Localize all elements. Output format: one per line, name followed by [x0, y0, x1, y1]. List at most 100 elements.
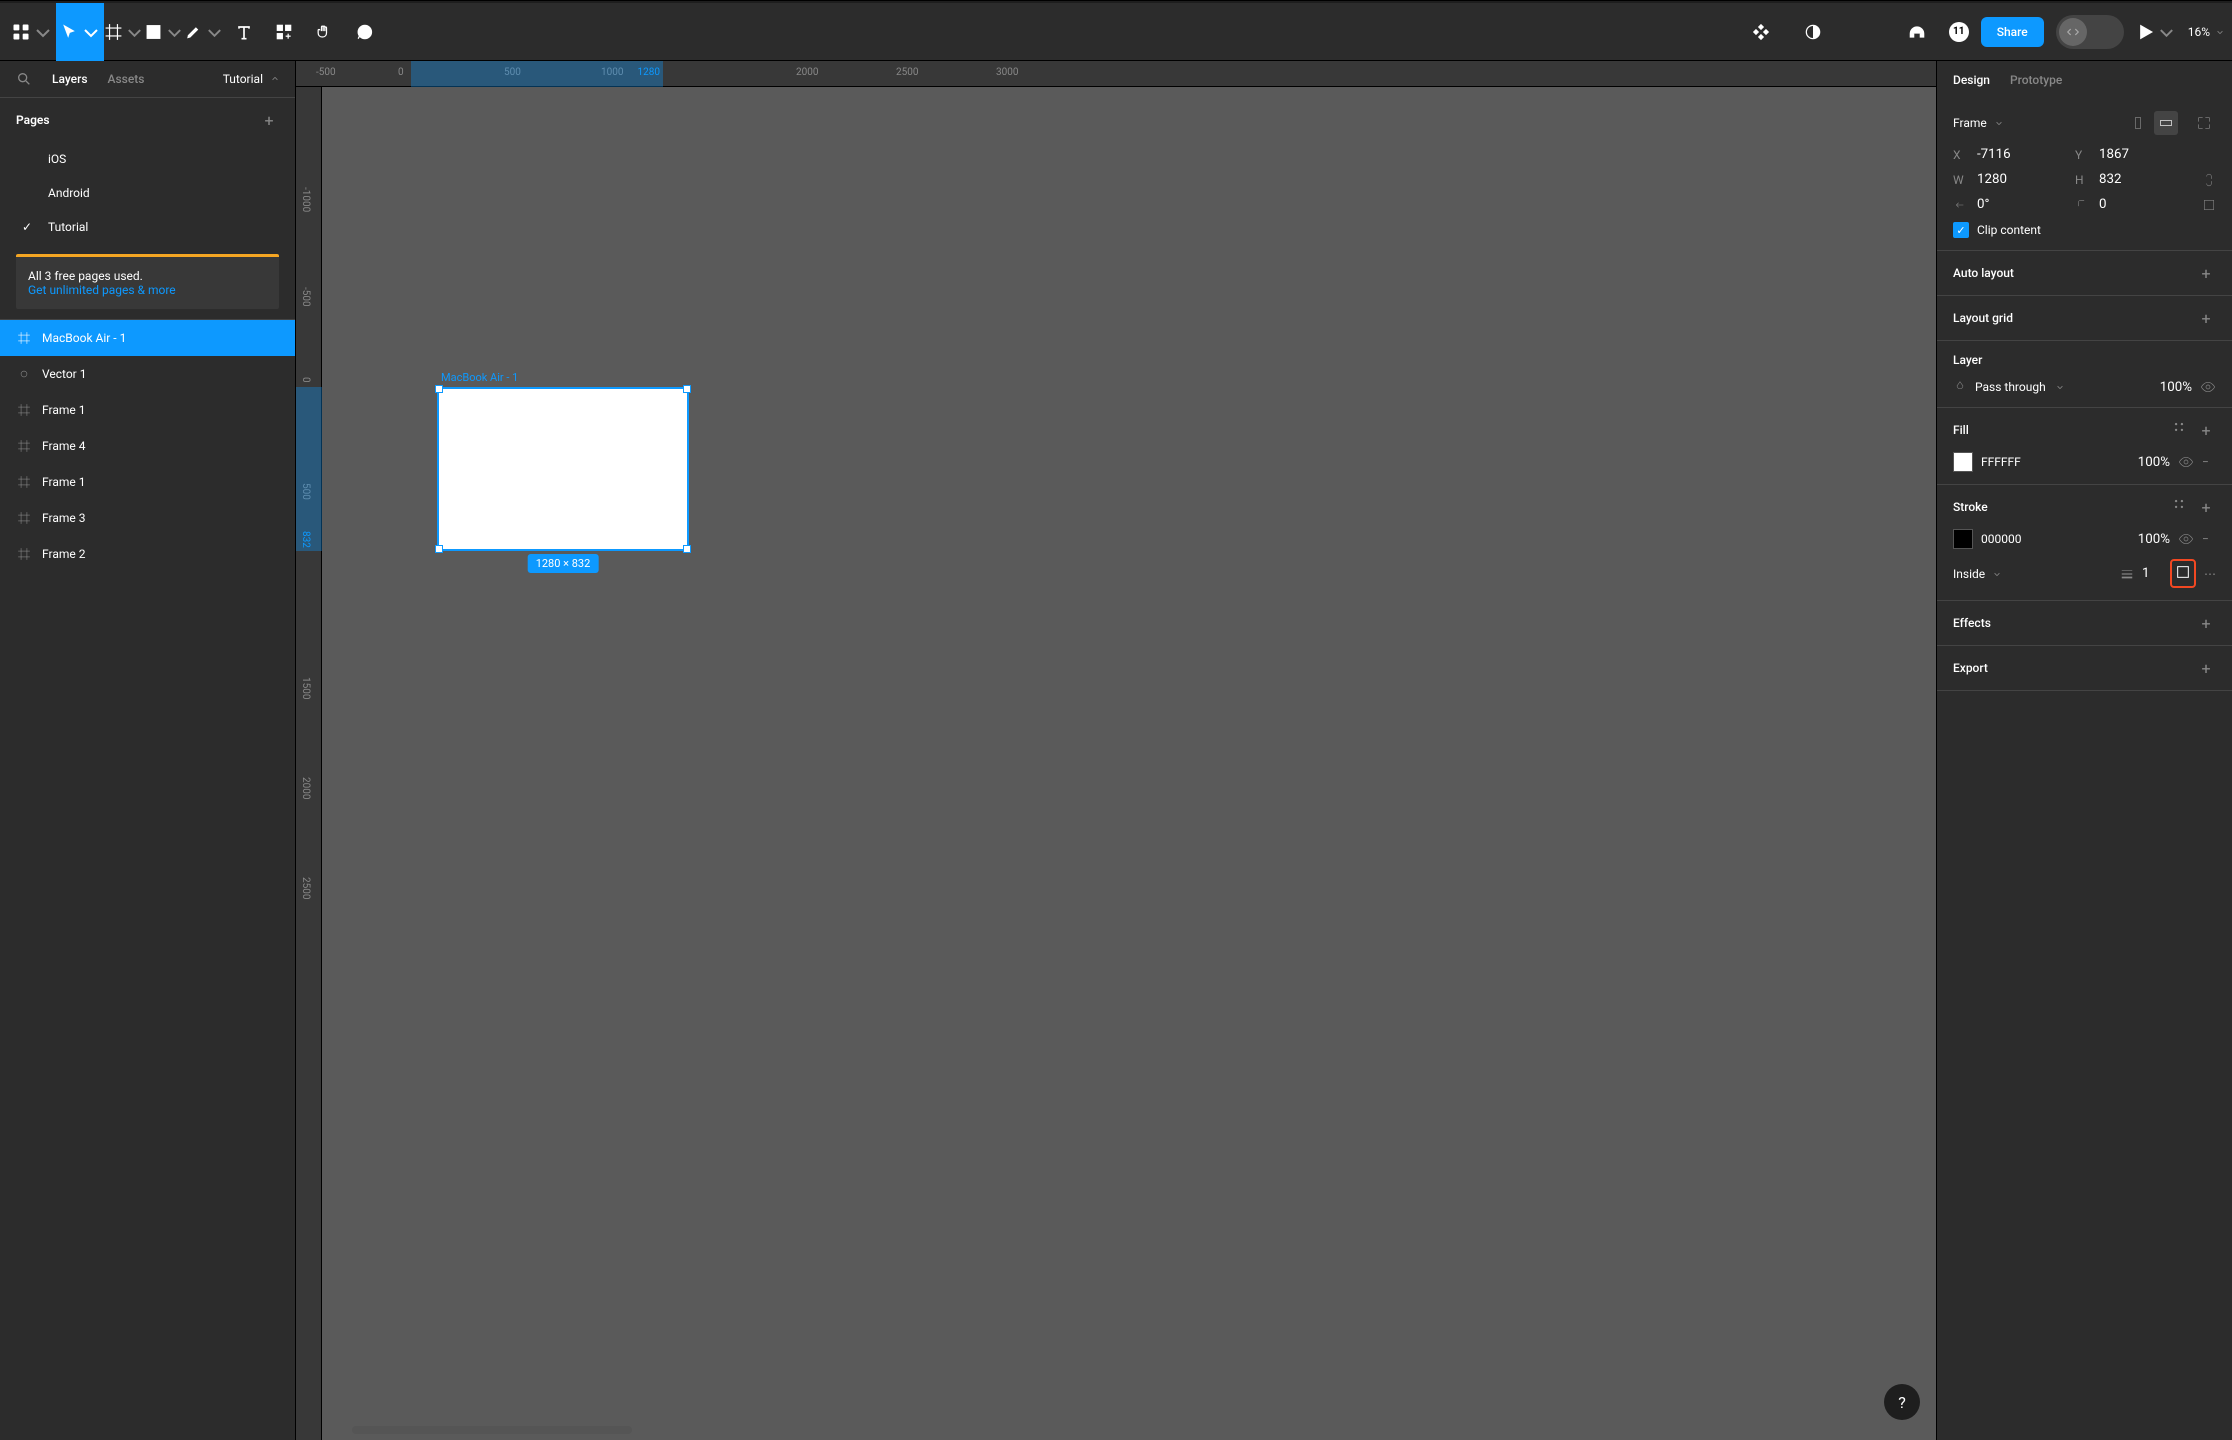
pages-header[interactable]: Pages + — [0, 98, 295, 142]
stroke-section-title: Stroke — [1953, 500, 1988, 514]
file-dropdown[interactable]: Tutorial — [223, 72, 279, 86]
constrain-proportions-icon[interactable] — [2202, 173, 2216, 187]
layer-item[interactable]: Frame 4 — [0, 428, 295, 464]
plugins-icon[interactable] — [1741, 3, 1781, 61]
add-stroke-button[interactable]: + — [2196, 497, 2216, 517]
layer-item[interactable]: MacBook Air - 1 — [0, 320, 295, 356]
stroke-per-side-button[interactable] — [2170, 559, 2196, 588]
page-item-ios[interactable]: iOS — [0, 142, 295, 176]
visibility-icon[interactable] — [2178, 454, 2194, 470]
horizontal-scrollbar[interactable] — [352, 1426, 632, 1434]
remove-fill-button[interactable]: − — [2202, 455, 2216, 469]
zoom-value: 16% — [2188, 25, 2210, 39]
right-panel: Design Prototype Frame X Y — [1936, 61, 2232, 1440]
pen-tool-button[interactable] — [184, 3, 224, 61]
resize-handle[interactable] — [683, 385, 691, 393]
blend-mode-dropdown[interactable]: Pass through — [1975, 380, 2046, 394]
corner-radius-input[interactable] — [2099, 197, 2159, 212]
shape-tool-button[interactable] — [144, 3, 184, 61]
share-button[interactable]: Share — [1981, 17, 2044, 47]
rotation-input[interactable] — [1977, 197, 2037, 212]
canvas-frame[interactable]: MacBook Air - 1 1280 × 832 — [437, 387, 689, 551]
visibility-icon[interactable] — [2200, 379, 2216, 395]
stroke-opacity-input[interactable] — [2128, 532, 2170, 547]
add-fill-button[interactable]: + — [2196, 420, 2216, 440]
visibility-icon[interactable] — [2178, 531, 2194, 547]
resources-button[interactable] — [264, 3, 304, 61]
frame-label[interactable]: MacBook Air - 1 — [441, 371, 518, 384]
stroke-weight-input[interactable] — [2142, 566, 2162, 581]
dev-mode-toggle[interactable] — [2056, 15, 2124, 49]
canvas-area[interactable]: -500 0 500 1000 2000 2500 3000 1280 -100… — [296, 61, 1936, 1440]
audio-icon[interactable] — [1897, 3, 1937, 61]
layer-item[interactable]: Frame 1 — [0, 464, 295, 500]
stroke-color-swatch[interactable] — [1953, 529, 1973, 549]
horizontal-ruler[interactable]: -500 0 500 1000 2000 2500 3000 1280 — [296, 61, 1936, 87]
layer-item[interactable]: Frame 1 — [0, 392, 295, 428]
add-page-button[interactable]: + — [259, 110, 279, 130]
layer-section-title: Layer — [1953, 353, 1982, 367]
resize-handle[interactable] — [683, 545, 691, 553]
layer-item[interactable]: Frame 2 — [0, 536, 295, 572]
main-menu-button[interactable] — [8, 3, 56, 61]
theme-icon[interactable] — [1793, 3, 1833, 61]
prototype-tab[interactable]: Prototype — [2010, 73, 2062, 87]
comment-tool-button[interactable] — [344, 3, 384, 61]
page-item-tutorial[interactable]: Tutorial — [0, 210, 295, 244]
text-tool-button[interactable] — [224, 3, 264, 61]
move-tool-button[interactable] — [56, 3, 104, 61]
layers-tab[interactable]: Layers — [52, 72, 88, 86]
assets-tab[interactable]: Assets — [108, 72, 145, 86]
frame-tool-button[interactable] — [104, 3, 144, 61]
width-input[interactable] — [1977, 172, 2037, 187]
add-export-button[interactable]: + — [2196, 658, 2216, 678]
style-icon[interactable] — [2172, 497, 2186, 511]
stroke-position-dropdown[interactable]: Inside — [1953, 567, 2001, 581]
vertical-ruler[interactable]: -1000 -500 0 500 1500 2000 2500 832 — [296, 87, 322, 1440]
page-item-android[interactable]: Android — [0, 176, 295, 210]
upgrade-link[interactable]: Get unlimited pages & more — [28, 283, 267, 297]
frame-icon — [16, 510, 32, 526]
stroke-advanced-button[interactable]: ⋯ — [2204, 567, 2216, 581]
design-tab[interactable]: Design — [1953, 73, 1990, 87]
fill-section-title: Fill — [1953, 423, 1969, 437]
resize-to-fit-button[interactable] — [2192, 111, 2216, 135]
help-button[interactable]: ? — [1884, 1384, 1920, 1420]
y-label: Y — [2075, 148, 2091, 162]
clip-content-label: Clip content — [1977, 223, 2041, 237]
layer-item[interactable]: Frame 3 — [0, 500, 295, 536]
layer-opacity-input[interactable] — [2150, 380, 2192, 395]
upgrade-notice: All 3 free pages used. Get unlimited pag… — [16, 254, 279, 309]
export-section-title: Export — [1953, 661, 1988, 675]
fill-hex-value[interactable]: FFFFFF — [1981, 455, 2021, 469]
add-auto-layout-button[interactable]: + — [2196, 263, 2216, 283]
present-button[interactable] — [2136, 3, 2176, 61]
remove-stroke-button[interactable]: − — [2202, 532, 2216, 546]
h-label: H — [2075, 173, 2091, 187]
vector-icon — [16, 366, 32, 382]
fill-color-swatch[interactable] — [1953, 452, 1973, 472]
y-input[interactable] — [2099, 147, 2159, 162]
independent-corners-icon[interactable] — [2202, 198, 2216, 212]
landscape-orientation-button[interactable] — [2154, 111, 2178, 135]
notification-badge[interactable]: 11 — [1949, 22, 1969, 42]
frame-type-dropdown[interactable]: Frame — [1953, 116, 2003, 130]
add-layout-grid-button[interactable]: + — [2196, 308, 2216, 328]
clip-content-checkbox[interactable]: ✓ — [1953, 222, 1969, 238]
search-icon[interactable] — [16, 71, 32, 87]
toolbar: 11 Share 16% — [0, 3, 2232, 61]
zoom-dropdown[interactable]: 16% — [2188, 25, 2224, 39]
resize-handle[interactable] — [435, 545, 443, 553]
canvas-content[interactable]: MacBook Air - 1 1280 × 832 — [322, 87, 1936, 1440]
add-effect-button[interactable]: + — [2196, 613, 2216, 633]
layer-item[interactable]: Vector 1 — [0, 356, 295, 392]
height-input[interactable] — [2099, 172, 2159, 187]
fill-opacity-input[interactable] — [2128, 455, 2170, 470]
x-input[interactable] — [1977, 147, 2037, 162]
portrait-orientation-button[interactable] — [2126, 111, 2150, 135]
style-icon[interactable] — [2172, 420, 2186, 434]
frame-size-badge: 1280 × 832 — [528, 554, 599, 573]
hand-tool-button[interactable] — [304, 3, 344, 61]
stroke-hex-value[interactable]: 000000 — [1981, 532, 2021, 546]
resize-handle[interactable] — [435, 385, 443, 393]
